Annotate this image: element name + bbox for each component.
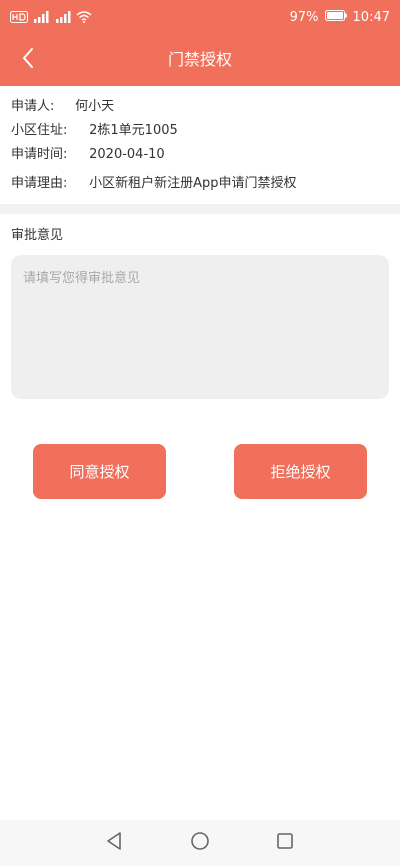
- nav-home-button[interactable]: [189, 832, 211, 854]
- application-info: 申请人: 何小天 小区住址: 2栋1单元1005 申请时间: 2020-04-1…: [0, 86, 400, 204]
- review-section-label: 审批意见: [11, 228, 64, 243]
- home-circle-icon: [190, 831, 210, 855]
- address-row: 小区住址: 2栋1单元1005: [11, 122, 178, 140]
- system-nav-bar: [0, 820, 400, 866]
- wifi-icon: [76, 8, 92, 27]
- status-right: 97% 10:47: [290, 7, 390, 27]
- reason-value: 小区新租户新注册App申请门禁授权: [89, 176, 297, 191]
- time-row: 申请时间: 2020-04-10: [11, 146, 165, 164]
- hd-icon: [10, 8, 28, 27]
- signal-icon: [32, 8, 50, 27]
- battery-icon: [324, 9, 347, 25]
- time-label: 申请时间:: [11, 147, 68, 162]
- page-title: 门禁授权: [167, 50, 232, 69]
- signal-icon: [54, 8, 72, 27]
- approve-button[interactable]: 同意授权: [33, 444, 166, 499]
- address-value: 2栋1单元1005: [89, 123, 178, 138]
- time-value: 2020-04-10: [89, 147, 165, 162]
- nav-back-button[interactable]: [103, 832, 125, 854]
- applicant-row: 申请人: 何小天: [11, 98, 114, 116]
- back-triangle-icon: [105, 831, 123, 855]
- status-time: 10:47: [352, 9, 390, 25]
- reject-button[interactable]: 拒绝授权: [234, 444, 367, 499]
- reason-row: 申请理由: 小区新租户新注册App申请门禁授权: [11, 175, 297, 193]
- recents-square-icon: [276, 832, 294, 854]
- opinion-input[interactable]: [11, 255, 389, 399]
- applicant-label: 申请人:: [11, 99, 55, 114]
- address-label: 小区住址:: [11, 123, 68, 138]
- status-indicators: [10, 9, 92, 25]
- applicant-value: 何小天: [75, 99, 115, 114]
- battery-percent: 97%: [289, 9, 319, 25]
- section-divider: [0, 204, 400, 214]
- status-bar: 97% 10:47: [0, 0, 400, 34]
- reason-label: 申请理由:: [11, 176, 68, 191]
- title-bar: 门禁授权: [0, 34, 400, 86]
- nav-recents-button[interactable]: [274, 832, 296, 854]
